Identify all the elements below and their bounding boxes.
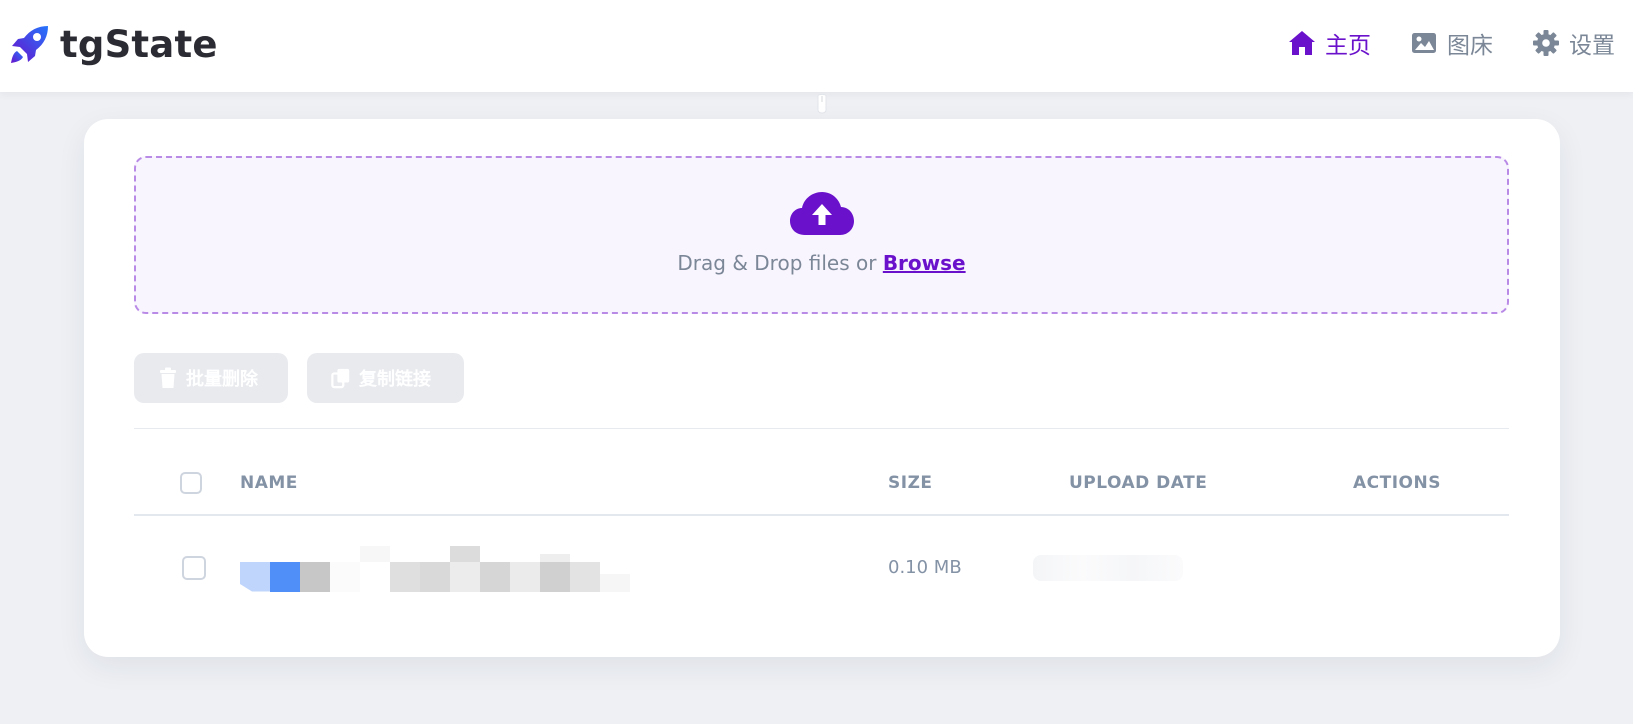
- header-name[interactable]: NAME: [240, 452, 888, 516]
- nav-item-home[interactable]: 主页: [1287, 26, 1371, 60]
- nav-item-label: 主页: [1325, 33, 1371, 59]
- image-icon: [1412, 33, 1436, 53]
- files-table: NAME SIZE UPLOAD DATE ACTIONS 0.10 MB: [134, 452, 1509, 619]
- upload-date-cell: [1033, 515, 1353, 619]
- bulk-delete-button[interactable]: 批量删除: [134, 353, 288, 403]
- table-row[interactable]: 0.10 MB: [134, 515, 1509, 619]
- file-thumbnail-redacted: [240, 544, 888, 592]
- header-actions: ACTIONS: [1353, 452, 1509, 516]
- rocket-logo-icon: [11, 26, 48, 63]
- trash-icon: [160, 367, 176, 388]
- copy-links-button[interactable]: 复制链接: [307, 353, 464, 403]
- table-header-row: NAME SIZE UPLOAD DATE ACTIONS: [134, 452, 1509, 516]
- dropzone-prompt-text: Drag & Drop files or: [677, 251, 877, 275]
- copy-icon: [331, 368, 350, 389]
- file-name-cell[interactable]: [240, 515, 888, 619]
- nav-item-label: 图床: [1447, 33, 1493, 59]
- copy-links-label: 复制链接: [359, 369, 431, 389]
- cloud-upload-icon: [789, 192, 854, 235]
- header-size[interactable]: SIZE: [888, 452, 1069, 516]
- bulk-delete-label: 批量删除: [186, 369, 258, 389]
- select-all-checkbox[interactable]: [180, 472, 202, 494]
- top-navbar: tgState 主页 图床 设置: [0, 0, 1633, 92]
- row-select-cell: [134, 515, 240, 619]
- upload-date-redacted: [1033, 554, 1183, 581]
- header-upload-date[interactable]: UPLOAD DATE: [1069, 452, 1353, 516]
- main-nav: 主页 图床 设置: [1287, 22, 1615, 64]
- nav-item-label: 设置: [1569, 33, 1615, 59]
- brand[interactable]: tgState: [8, 20, 218, 68]
- select-all-cell: [134, 452, 240, 516]
- dropzone-prompt: Drag & Drop files or Browse: [677, 251, 965, 275]
- browse-link[interactable]: Browse: [883, 251, 966, 275]
- nav-item-settings[interactable]: 设置: [1531, 26, 1615, 60]
- brand-name: tgState: [60, 22, 218, 66]
- mouse-cursor-icon: [817, 94, 827, 114]
- bulk-actions: 批量删除 复制链接: [134, 353, 464, 403]
- row-actions-cell: [1353, 515, 1509, 619]
- section-divider: [134, 428, 1509, 429]
- home-icon: [1289, 31, 1315, 55]
- row-checkbox[interactable]: [182, 555, 206, 580]
- nav-item-image-host[interactable]: 图床: [1409, 26, 1493, 60]
- upload-card: Drag & Drop files or Browse 批量删除 复制链接 NA…: [84, 119, 1560, 657]
- gear-icon: [1533, 30, 1559, 56]
- upload-dropzone[interactable]: Drag & Drop files or Browse: [134, 156, 1509, 314]
